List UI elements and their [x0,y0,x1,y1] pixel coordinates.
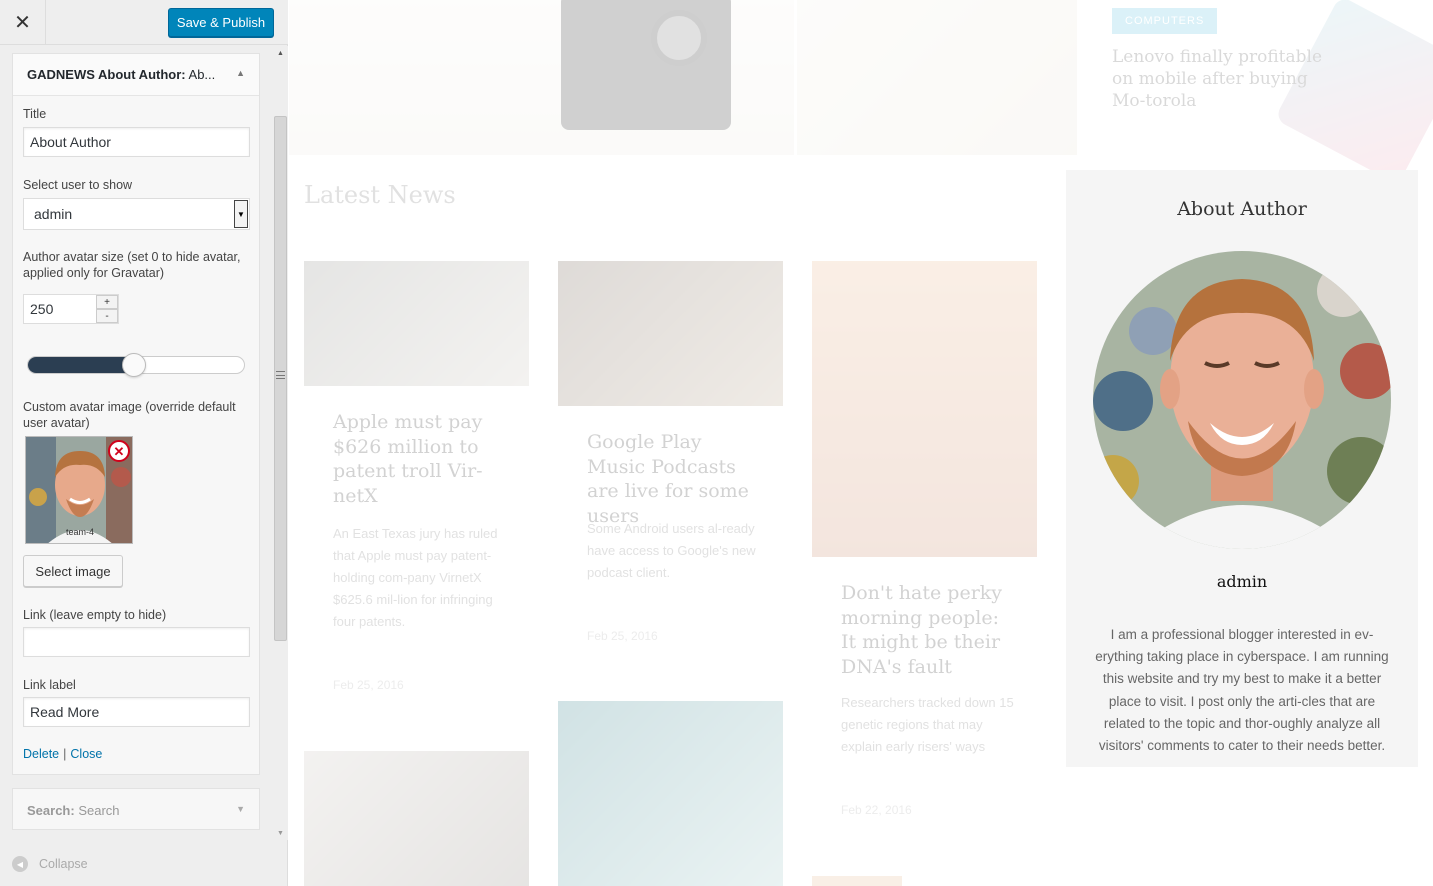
widget-title: GADNEWS About Author: Ab... [27,67,216,82]
card-image[interactable] [304,751,529,886]
avatar-size-slider[interactable] [27,353,245,377]
card-image[interactable] [812,261,1037,557]
sidebar-scrollbar[interactable]: ▲ ▼ [273,46,288,840]
chevron-up-icon[interactable]: ▲ [236,68,245,78]
hero-image-middle[interactable] [797,0,1077,155]
hero-article-title[interactable]: Lenovo finally profitable on mobile afte… [1112,46,1337,112]
scroll-grip-icon [276,371,285,379]
search-widget-title: Search: Search [27,803,120,818]
delete-link[interactable]: Delete [23,747,59,761]
about-author-widget: About Author admin I am a professional b… [1066,170,1418,767]
card-image[interactable] [558,701,783,886]
card-excerpt: Researchers tracked down 15 genetic regi… [841,695,1014,754]
author-name: admin [1216,572,1268,591]
title-input[interactable]: About Author [23,127,250,157]
link-input[interactable] [23,627,250,657]
scroll-down-icon[interactable]: ▼ [273,826,288,840]
about-author-title: About Author [1177,198,1307,220]
card-excerpt: Some Android users al-ready have access … [587,521,756,580]
camera-lens-shape [651,10,707,66]
link-label-input[interactable]: Read More [23,697,250,727]
select-user-value: admin [34,206,73,222]
close-icon[interactable]: ✕ [0,0,46,45]
action-separator: | [63,747,67,761]
card-title[interactable]: Apple must pay $626 million to patent tr… [333,410,508,508]
collapse-button[interactable]: ◀ Collapse [12,856,88,872]
slider-fill [28,357,134,373]
author-avatar [1093,251,1391,549]
card-title[interactable]: Don't hate perky morning people: It migh… [841,581,1016,679]
title-label: Title [23,107,47,121]
select-user-dropdown[interactable]: admin ▼ [23,198,250,230]
author-avatar-image [1093,251,1391,549]
camera-shape [561,0,731,130]
collapse-label: Collapse [39,857,88,871]
dropdown-arrow-icon[interactable]: ▼ [234,200,248,228]
card-date: Feb 22, 2016 [841,803,912,817]
remove-icon[interactable]: ✕ [108,440,130,462]
select-image-button[interactable]: Select image [23,555,123,587]
link-label: Link (leave empty to hide) [23,608,167,622]
about-author-widget-panel: GADNEWS About Author: Ab... ▲ Title Abou… [12,53,260,775]
spinner-down-button[interactable]: - [96,309,118,323]
card-image[interactable] [558,261,783,406]
widget-actions: Delete | Close [23,747,102,761]
widget-header[interactable]: GADNEWS About Author: Ab... ▲ [13,54,259,96]
link-label-field-label: Link label [23,678,76,692]
card-date: Feb 25, 2016 [333,678,404,692]
chevron-down-icon[interactable]: ▼ [236,804,245,814]
section-title: Latest News [304,181,456,209]
card-image[interactable] [304,261,529,386]
site-preview: COMPUTERS Lenovo finally profitable on m… [289,0,1433,886]
customizer-sidebar: ✕ Save & Publish ▲ ▼ GADNEWS About Autho… [0,0,288,886]
card-excerpt: An East Texas jury has ruled that Apple … [333,526,498,629]
custom-avatar-label: Custom avatar image (override default us… [23,400,236,430]
author-bio: I am a professional blogger interested i… [1095,627,1389,754]
spinner-up-button[interactable]: + [96,295,118,309]
avatar-size-label: Author avatar size (set 0 to hide avatar… [23,250,241,280]
customizer-header: ✕ Save & Publish [0,0,288,45]
card-date: Feb 25, 2016 [587,629,658,643]
slider-handle[interactable] [122,353,146,377]
category-badge[interactable]: COMPUTERS [1112,8,1218,34]
collapse-icon: ◀ [12,856,28,872]
scroll-up-icon[interactable]: ▲ [273,46,288,60]
select-user-label: Select user to show [23,178,133,192]
close-link[interactable]: Close [70,747,102,761]
avatar-size-value: 250 [30,301,54,317]
search-widget-panel[interactable]: Search: Search ▼ [12,788,260,830]
card-image[interactable] [812,876,902,886]
card-title[interactable]: Google Play Music Podcasts are live for … [587,430,757,528]
avatar-file-caption: team-4 [65,527,94,537]
save-publish-button[interactable]: Save & Publish [168,8,274,37]
